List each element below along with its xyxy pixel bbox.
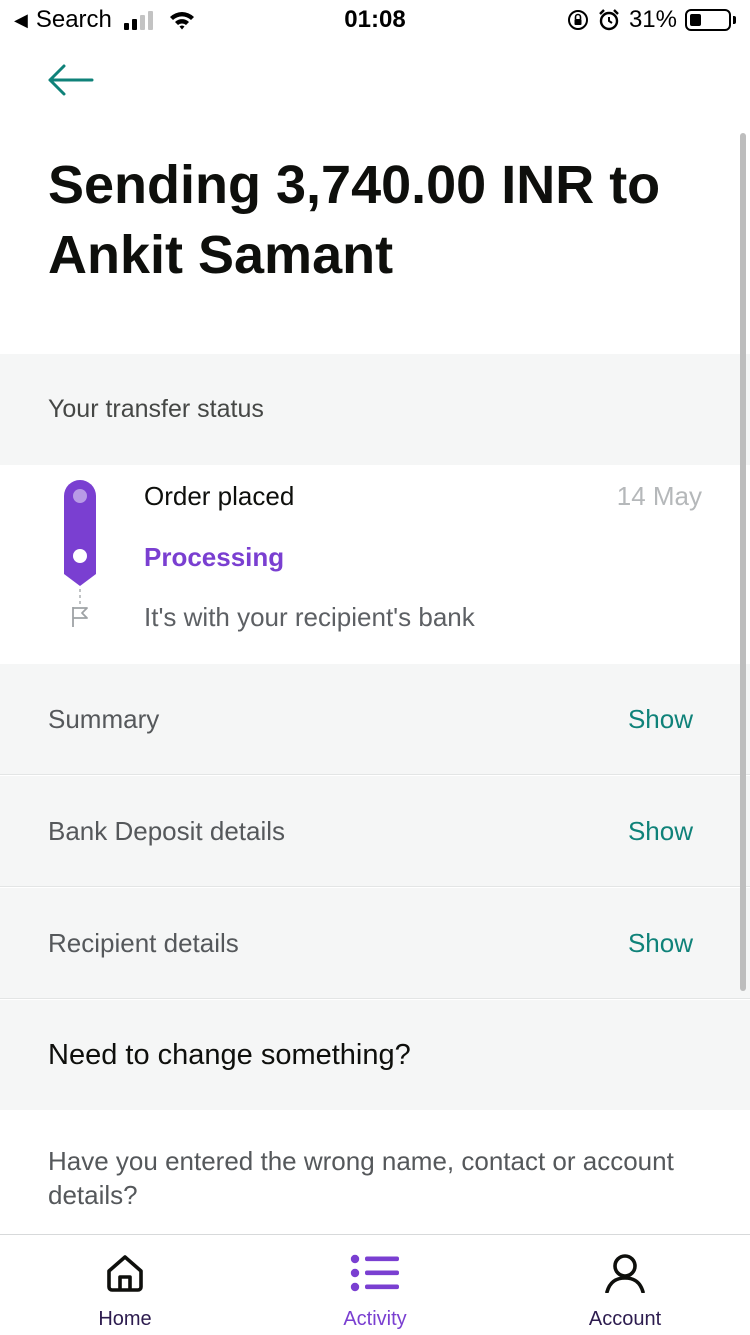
bank-deposit-details-label: Bank Deposit details <box>48 815 286 846</box>
bottom-tab-bar: Home Activity Account <box>0 1234 750 1334</box>
tab-home-label: Home <box>98 1308 152 1330</box>
bank-deposit-details-section[interactable]: Bank Deposit details Show <box>0 776 750 887</box>
summary-section[interactable]: Summary Show <box>0 664 750 775</box>
user-icon <box>605 1254 645 1293</box>
battery-tip <box>733 16 736 24</box>
alarm-icon <box>599 9 619 31</box>
list-icon <box>350 1254 399 1292</box>
timeline-step-date: 14 May <box>616 481 702 511</box>
bank-deposit-details-show-button[interactable]: Show <box>628 816 693 847</box>
change-something-heading: Need to change something? <box>0 1000 750 1110</box>
progress-tracker-icon <box>64 480 96 627</box>
summary-show-button[interactable]: Show <box>628 704 693 735</box>
tab-account[interactable]: Account <box>500 1235 750 1335</box>
change-something-description: Have you entered the wrong name, contact… <box>48 1146 674 1210</box>
battery-icon <box>685 9 731 31</box>
tab-account-label: Account <box>588 1308 662 1330</box>
home-icon <box>107 1255 143 1292</box>
tab-activity[interactable]: Activity <box>250 1235 500 1335</box>
orientation-lock-icon <box>567 10 588 30</box>
tab-home[interactable]: Home <box>0 1235 250 1335</box>
page-title: Sending 3,740.00 INR to Ankit Samant <box>48 155 661 285</box>
timeline-step-processing: Processing <box>144 542 285 572</box>
arrow-left-icon[interactable] <box>46 62 94 98</box>
transfer-status-label: Your transfer status <box>48 395 264 423</box>
recipient-details-show-button[interactable]: Show <box>628 928 693 959</box>
change-something-label: Need to change something? <box>48 1038 411 1071</box>
recipient-details-label: Recipient details <box>48 927 239 958</box>
scrollbar[interactable] <box>740 133 746 991</box>
status-bar: ◀ Search 01:08 31% <box>0 0 750 40</box>
summary-label: Summary <box>48 703 160 734</box>
timeline-step-recipient-bank: It's with your recipient's bank <box>144 602 475 632</box>
tab-activity-label: Activity <box>343 1308 407 1330</box>
transfer-status-heading: Your transfer status <box>0 354 750 465</box>
battery-percent: 31% <box>628 6 677 33</box>
transfer-timeline: Order placed 14 May Processing It's with… <box>0 465 750 663</box>
recipient-details-section[interactable]: Recipient details Show <box>0 888 750 999</box>
timeline-step-order-placed: Order placed <box>144 481 295 511</box>
status-bar-right: 31% <box>567 6 736 34</box>
